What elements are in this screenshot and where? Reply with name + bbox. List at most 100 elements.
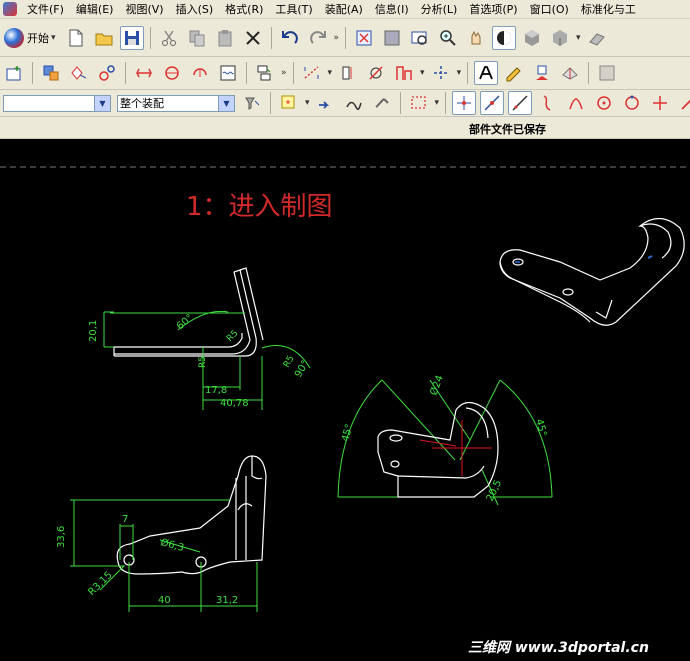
filter-settings-icon[interactable] [240,91,264,115]
menu-format[interactable]: 格式(R) [219,1,269,17]
save-icon[interactable] [119,25,144,50]
snap-midpoint-icon[interactable] [480,91,505,115]
dim-r5-c[interactable]: R5 [282,354,297,369]
new-sheet-icon[interactable] [2,61,26,85]
toolbar-overflow-chevron[interactable]: » [334,33,340,43]
menu-view[interactable]: 视图(V) [119,1,169,17]
menu-preferences[interactable]: 首选项(P) [463,1,523,17]
base-view-icon[interactable] [39,61,63,85]
drawing-sheet[interactable]: 20,1 60° R5 R5 R5 90° 17,8 40,78 Ø24 45°… [0,139,690,661]
dim-45-right[interactable]: 45° [533,418,548,438]
snap-curve-icon[interactable] [536,91,560,115]
select-branch-icon[interactable] [370,91,394,115]
chevron-down-icon[interactable]: ▾ [328,68,333,78]
dim-20-1[interactable]: 20,1 [88,320,99,342]
section-line-icon[interactable] [132,61,156,85]
shaded-edges-icon[interactable] [548,26,572,50]
snap-tangent-icon[interactable] [676,91,690,115]
app-icon[interactable] [3,2,17,16]
feature-control-frame-icon[interactable] [502,61,526,85]
select-wave-icon[interactable] [342,91,366,115]
diameter-dimension-icon[interactable] [364,61,388,85]
snap-center-icon[interactable] [592,91,616,115]
menu-tools[interactable]: 工具(T) [269,1,318,17]
box-select-icon[interactable] [407,91,431,115]
dim-60-deg[interactable]: 60° [175,312,196,332]
snap-endpoint-icon[interactable] [452,91,477,115]
menu-window[interactable]: 窗口(O) [524,1,575,17]
dim-r5-a[interactable]: R5 [225,329,241,345]
dim-r3-15[interactable]: R3,15 [86,570,114,598]
chevron-down-icon[interactable]: ▼ [94,95,110,111]
annotation-text-icon[interactable] [474,61,499,85]
menu-file[interactable]: 文件(F) [21,1,70,17]
dim-40-78[interactable]: 40,78 [220,398,249,409]
dim-40[interactable]: 40 [158,595,171,606]
snap-point-icon[interactable] [648,91,672,115]
menu-standardization[interactable]: 标准化与工 [575,1,642,17]
drawing-canvas[interactable]: 20,1 60° R5 R5 R5 90° 17,8 40,78 Ø24 45°… [0,139,690,661]
menu-assembly[interactable]: 装配(A) [319,1,369,17]
redo-icon[interactable] [306,26,330,50]
weld-symbol-icon[interactable] [595,61,619,85]
open-folder-icon[interactable] [92,26,116,50]
plan-view[interactable]: 33,6 7 Ø6,3 R3,15 40 31,2 [56,455,267,612]
chevron-down-icon[interactable]: ▼ [218,95,234,111]
dim-17-8[interactable]: 17,8 [205,385,227,396]
cut-icon[interactable] [157,26,181,50]
update-views-icon[interactable] [253,61,277,85]
start-button[interactable]: 开始 ▾ [4,27,58,48]
dim-33-6[interactable]: 33,6 [56,526,67,548]
cylindrical-dimension-icon[interactable] [336,61,360,85]
detail-view-icon[interactable] [95,61,119,85]
new-file-icon[interactable] [64,26,88,50]
select-feature-icon[interactable] [277,91,301,115]
snap-quadrant-icon[interactable] [620,91,644,115]
inferred-dimension-icon[interactable] [300,61,324,85]
dim-phi6-3[interactable]: Ø6,3 [159,536,185,554]
projected-view-icon[interactable] [67,61,91,85]
chevron-down-icon[interactable]: ▾ [457,68,462,78]
dim-phi24[interactable]: Ø24 [428,374,446,397]
section-view-icon[interactable] [585,26,609,50]
fit-view-icon[interactable] [352,26,376,50]
menu-edit[interactable]: 编辑(E) [70,1,120,17]
snap-line-icon[interactable] [508,91,533,115]
front-view[interactable]: 20,1 60° R5 R5 R5 90° 17,8 40,78 [88,267,311,410]
utility-symbol-icon[interactable] [429,61,453,85]
menu-insert[interactable]: 插入(S) [170,1,220,17]
zoom-in-icon[interactable] [436,26,460,50]
dim-45-left[interactable]: 45° [340,423,355,443]
chevron-down-icon[interactable]: ▾ [305,98,310,108]
menu-information[interactable]: 信息(I) [369,1,415,17]
type-filter-select[interactable]: ▼ [3,94,111,112]
curve-rule-icon[interactable] [314,91,338,115]
isometric-view[interactable] [499,217,685,326]
snap-intersection-icon[interactable] [564,91,588,115]
selection-scope-select[interactable]: 整个装配 ▼ [117,94,235,112]
rotate-view-icon[interactable] [492,25,517,50]
zoom-window-icon[interactable] [380,26,404,50]
menu-analysis[interactable]: 分析(L) [415,1,464,17]
chevron-down-icon[interactable]: ▾ [435,98,440,108]
paste-icon[interactable] [213,26,237,50]
half-section-icon[interactable] [160,61,184,85]
side-view[interactable]: Ø24 45° 45° 20,5 [337,374,553,506]
dim-r5-b[interactable]: R5 [198,356,208,368]
baseline-dimension-icon[interactable] [392,61,416,85]
broken-view-icon[interactable] [216,61,240,85]
toolbar-overflow-chevron[interactable]: » [281,68,287,78]
shaded-view-icon[interactable] [520,26,544,50]
undo-icon[interactable] [278,26,302,50]
pan-icon[interactable] [464,26,488,50]
dim-31-2[interactable]: 31,2 [216,595,238,606]
chevron-down-icon[interactable]: ▾ [420,68,425,78]
chevron-down-icon[interactable]: ▾ [576,33,581,43]
zoom-area-icon[interactable] [408,26,432,50]
dim-7[interactable]: 7 [122,514,128,525]
surface-finish-icon[interactable] [558,61,582,85]
revolved-section-icon[interactable] [188,61,212,85]
delete-icon[interactable] [241,26,265,50]
dim-90-deg[interactable]: 90° [293,359,311,380]
copy-icon[interactable] [185,26,209,50]
